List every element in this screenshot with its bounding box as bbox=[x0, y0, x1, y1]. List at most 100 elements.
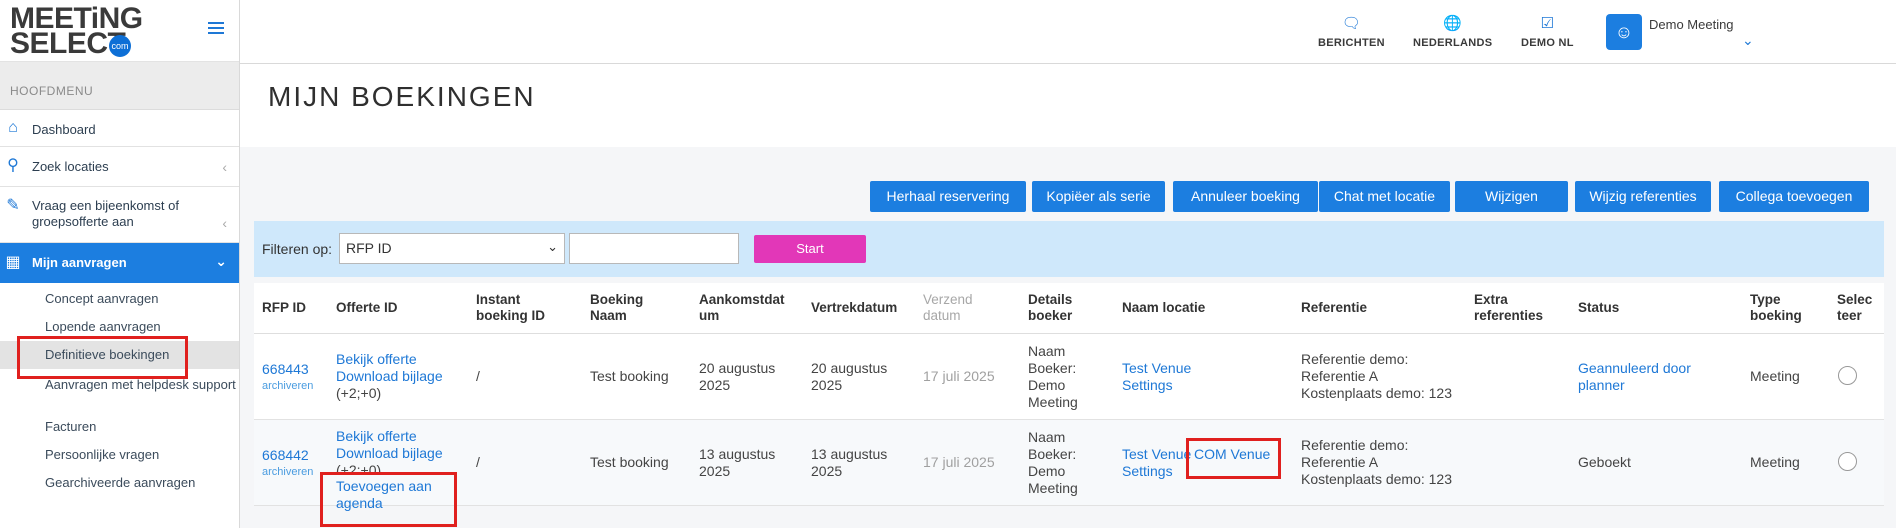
locatie-link-2[interactable]: Settings bbox=[1122, 463, 1194, 480]
logo[interactable]: MEETiNG SELECT com bbox=[0, 0, 239, 62]
user-name[interactable]: Demo Meeting bbox=[1649, 17, 1734, 32]
archive-link[interactable]: archiveren bbox=[262, 378, 313, 395]
status-link[interactable]: Geannuleerd door bbox=[1578, 360, 1691, 377]
kopieer-als-serie-button[interactable]: Kopiëer als serie bbox=[1032, 181, 1165, 212]
annuleer-boeking-button[interactable]: Annuleer boeking bbox=[1173, 181, 1318, 212]
chat-met-locatie-button[interactable]: Chat met locatie bbox=[1319, 181, 1450, 212]
archive-link[interactable]: archiveren bbox=[262, 464, 313, 481]
chevron-down-icon: ⌄ bbox=[547, 239, 558, 254]
view-offerte-link[interactable]: Bekijk offerte bbox=[336, 351, 443, 368]
sidebar-item-dashboard[interactable]: ⌂ Dashboard bbox=[0, 110, 239, 147]
rfp-link[interactable]: 668442 bbox=[262, 447, 309, 463]
status-link-2[interactable]: planner bbox=[1578, 377, 1691, 394]
offerte-extra: (+2;+0) bbox=[336, 385, 382, 401]
col-instant-2: boeking ID bbox=[476, 308, 546, 323]
berichten-link[interactable]: 🗨 BERICHTEN bbox=[1318, 14, 1385, 49]
col-instant-1: Instant bbox=[476, 292, 521, 307]
col-type: Type boeking bbox=[1750, 292, 1802, 324]
filter-input[interactable] bbox=[569, 233, 739, 264]
aankomst-1: 13 augustus bbox=[699, 446, 776, 462]
sidebar-item-zoek-locaties[interactable]: ⚲ Zoek locaties ‹ bbox=[0, 147, 239, 187]
bookings-table: RFP ID Offerte ID Instant boeking ID Boek… bbox=[254, 283, 1884, 511]
avatar[interactable]: ☺ bbox=[1606, 14, 1642, 50]
col-naam-locatie: Naam locatie bbox=[1122, 300, 1206, 315]
filter-bar: Filteren op: RFP ID ⌄ Start bbox=[254, 221, 1884, 277]
instant-cell: / bbox=[476, 368, 480, 384]
col-selecteer: Selec teer bbox=[1837, 292, 1872, 324]
sub-item-facturen[interactable]: Facturen bbox=[0, 413, 239, 441]
grid-icon: ▦ bbox=[5, 254, 21, 271]
download-bijlage-link[interactable]: Download bijlage bbox=[336, 368, 443, 385]
ref-3: Kostenplaats demo: 123 bbox=[1301, 385, 1452, 401]
demo-label: DEMO NL bbox=[1521, 37, 1574, 49]
chevron-down-icon: ⌄ bbox=[215, 253, 227, 269]
filter-select[interactable]: RFP ID ⌄ bbox=[339, 233, 565, 264]
locatie-cell: Test Venue Settings bbox=[1122, 360, 1191, 394]
locatie-link[interactable]: Test Venue bbox=[1122, 360, 1191, 377]
sub-item-persoonlijke-vragen[interactable]: Persoonlijke vragen bbox=[0, 441, 239, 469]
boeker-cell: Naam Boeker: Demo Meeting bbox=[1028, 429, 1078, 497]
locatie-link[interactable]: Test Venue bbox=[1122, 446, 1194, 463]
select-radio[interactable] bbox=[1838, 366, 1857, 385]
col-referentie: Referentie bbox=[1301, 300, 1368, 315]
home-icon: ⌂ bbox=[8, 119, 18, 136]
chevron-left-icon: ‹ bbox=[222, 159, 227, 175]
col-select-1: Selec bbox=[1837, 292, 1873, 307]
language-link[interactable]: 🌐 NEDERLANDS bbox=[1413, 14, 1492, 49]
col-select-2: teer bbox=[1837, 308, 1862, 323]
status-cell: Geboekt bbox=[1578, 454, 1631, 470]
menu-toggle-icon[interactable] bbox=[208, 22, 224, 36]
boeker-1: Naam bbox=[1028, 429, 1066, 445]
demo-link[interactable]: ☑ DEMO NL bbox=[1521, 14, 1574, 49]
start-button[interactable]: Start bbox=[754, 235, 866, 263]
rfp-cell: 668442 archiveren bbox=[262, 447, 313, 481]
referentie-cell: Referentie demo: Referentie A Kostenplaa… bbox=[1301, 351, 1452, 402]
rfp-link[interactable]: 668443 bbox=[262, 361, 309, 377]
boeker-4: Meeting bbox=[1028, 394, 1078, 410]
naam-cell: Test booking bbox=[590, 454, 669, 470]
locatie-link-2[interactable]: Settings bbox=[1122, 377, 1191, 394]
col-type-2: boeking bbox=[1750, 308, 1802, 323]
boeker-3: Demo bbox=[1028, 463, 1066, 479]
view-offerte-link[interactable]: Bekijk offerte bbox=[336, 428, 443, 445]
top-bar: 🗨 BERICHTEN 🌐 NEDERLANDS ☑ DEMO NL ☺ Dem… bbox=[240, 0, 1896, 64]
col-details-2: boeker bbox=[1028, 308, 1073, 323]
col-details-boeker: Details boeker bbox=[1028, 292, 1072, 324]
col-extra-2: referenties bbox=[1474, 308, 1544, 323]
menu-title: HOOFDMENU bbox=[0, 62, 239, 110]
chevron-down-icon[interactable]: ⌄ bbox=[1742, 32, 1754, 49]
herhaal-reservering-button[interactable]: Herhaal reservering bbox=[870, 181, 1026, 212]
wijzigen-button[interactable]: Wijzigen bbox=[1455, 181, 1568, 212]
col-boeking-naam: Boeking Naam bbox=[590, 292, 643, 324]
sidebar: MEETiNG SELECT com HOOFDMENU ⌂ Dashboard… bbox=[0, 0, 240, 528]
sidebar-item-mijn-aanvragen[interactable]: ▦ Mijn aanvragen ⌄ bbox=[0, 243, 239, 283]
col-verzend-1: Verzend bbox=[923, 292, 973, 307]
boeker-4: Meeting bbox=[1028, 480, 1078, 496]
sub-item-gearchiveerd[interactable]: Gearchiveerde aanvragen bbox=[0, 469, 239, 497]
offerte-cell: Bekijk offerte Download bijlage (+2;+0) bbox=[336, 351, 443, 402]
col-extra-1: Extra bbox=[1474, 292, 1508, 307]
col-status: Status bbox=[1578, 300, 1620, 315]
sidebar-item-label: Mijn aanvragen bbox=[32, 255, 127, 270]
ref-2: Referentie A bbox=[1301, 454, 1379, 470]
highlight-definitieve-boekingen bbox=[17, 336, 188, 379]
sub-item-concept[interactable]: Concept aanvragen bbox=[0, 285, 239, 313]
vertrek-cell: 13 augustus 2025 bbox=[811, 446, 887, 480]
verzend-cell: 17 juli 2025 bbox=[923, 368, 995, 384]
download-bijlage-link[interactable]: Download bijlage bbox=[336, 445, 443, 462]
status-cell: Geannuleerd door planner bbox=[1578, 360, 1691, 394]
sidebar-item-vraag-bijeenkomst[interactable]: ✎ Vraag een bijeenkomst of groepsofferte… bbox=[0, 187, 239, 243]
vertrek-2: 2025 bbox=[811, 463, 843, 479]
col-naam-1: Boeking bbox=[590, 292, 644, 307]
logo-badge: com bbox=[109, 35, 131, 57]
highlight-toevoegen-agenda bbox=[320, 472, 457, 527]
ref-2: Referentie A bbox=[1301, 368, 1379, 384]
vertrek-2: 2025 bbox=[811, 377, 843, 393]
collega-toevoegen-button[interactable]: Collega toevoegen bbox=[1719, 181, 1869, 212]
ref-1: Referentie demo: bbox=[1301, 437, 1409, 453]
wijzig-referenties-button[interactable]: Wijzig referenties bbox=[1575, 181, 1711, 212]
boeker-1: Naam bbox=[1028, 343, 1066, 359]
boeker-3: Demo bbox=[1028, 377, 1066, 393]
select-radio[interactable] bbox=[1838, 452, 1857, 471]
col-aankomst-2: um bbox=[699, 308, 720, 323]
